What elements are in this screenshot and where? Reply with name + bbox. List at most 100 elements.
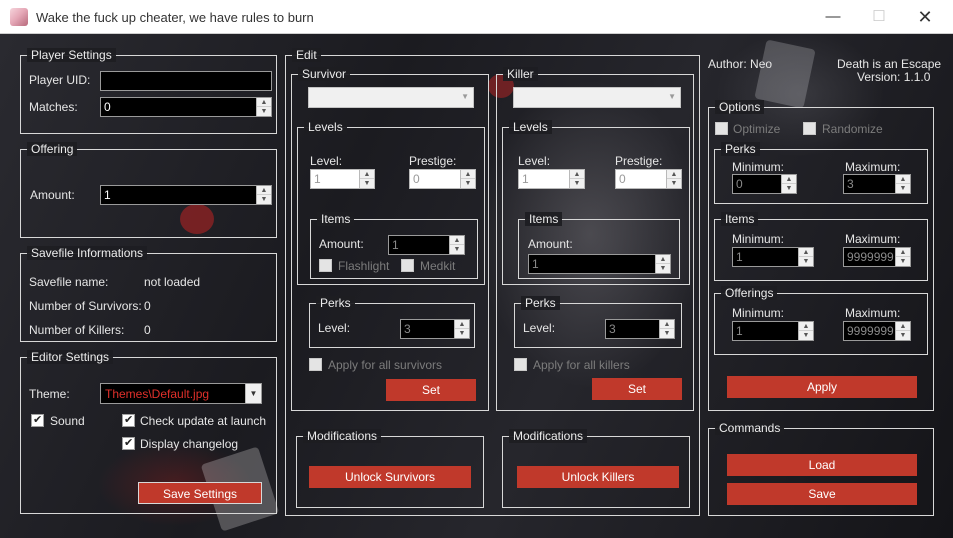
survivor-perks-group: Perks Level: 3 ▲ ▼ (309, 296, 475, 348)
offerings-max-stepper[interactable]: 9999999 ▲ ▼ (843, 321, 911, 341)
spin-buttons[interactable]: ▲ ▼ (460, 170, 475, 188)
survivor-items-amount-stepper[interactable]: 1 ▲ ▼ (388, 235, 465, 255)
survivor-set-button[interactable]: Set (386, 379, 476, 401)
killer-select[interactable]: ▼ (513, 87, 681, 108)
spin-down-icon[interactable]: ▼ (782, 184, 796, 193)
killer-count-value: 0 (144, 323, 151, 337)
check-update-checkbox[interactable] (122, 413, 135, 427)
spin-up-icon[interactable]: ▲ (656, 255, 670, 264)
minimize-button[interactable]: — (810, 0, 856, 34)
perks-max-stepper[interactable]: 3 ▲ ▼ (843, 174, 911, 194)
chevron-down-icon[interactable]: ▼ (668, 92, 676, 101)
spin-buttons[interactable]: ▲ ▼ (454, 320, 469, 338)
spin-up-icon[interactable]: ▲ (257, 186, 271, 195)
unlock-killers-button[interactable]: Unlock Killers (517, 466, 679, 488)
medkit-checkbox[interactable] (401, 259, 414, 272)
spin-down-icon[interactable]: ▼ (455, 329, 469, 338)
spin-buttons[interactable]: ▲ ▼ (895, 322, 910, 340)
spin-up-icon[interactable]: ▲ (896, 175, 910, 184)
spin-up-icon[interactable]: ▲ (660, 320, 674, 329)
changelog-checkbox[interactable] (122, 436, 135, 450)
spin-up-icon[interactable]: ▲ (450, 236, 464, 245)
spin-buttons[interactable]: ▲ ▼ (449, 236, 464, 254)
load-button[interactable]: Load (727, 454, 917, 476)
group-legend: Items (525, 212, 563, 226)
spin-buttons[interactable]: ▲ ▼ (359, 170, 374, 188)
spin-buttons[interactable]: ▲ ▼ (569, 170, 584, 188)
spin-up-icon[interactable]: ▲ (257, 98, 271, 107)
save-settings-button[interactable]: Save Settings (138, 482, 262, 504)
spin-up-icon[interactable]: ▲ (896, 248, 910, 257)
unlock-survivors-button[interactable]: Unlock Survivors (309, 466, 471, 488)
optimize-checkbox[interactable] (715, 122, 728, 135)
survivor-perk-level-stepper[interactable]: 3 ▲ ▼ (400, 319, 470, 339)
spin-up-icon[interactable]: ▲ (799, 322, 813, 331)
spin-up-icon[interactable]: ▲ (667, 170, 681, 179)
spin-buttons[interactable]: ▲ ▼ (895, 175, 910, 193)
spin-buttons[interactable]: ▲ ▼ (256, 98, 271, 116)
spin-down-icon[interactable]: ▼ (896, 257, 910, 266)
spin-down-icon[interactable]: ▼ (360, 179, 374, 188)
player-uid-input[interactable] (100, 71, 272, 91)
spin-down-icon[interactable]: ▼ (667, 179, 681, 188)
randomize-checkbox[interactable] (803, 122, 816, 135)
apply-all-survivors-checkbox[interactable] (309, 358, 322, 371)
spin-buttons[interactable]: ▲ ▼ (655, 255, 670, 273)
offerings-min-stepper[interactable]: 1 ▲ ▼ (732, 321, 814, 341)
save-button[interactable]: Save (727, 483, 917, 505)
spin-up-icon[interactable]: ▲ (782, 175, 796, 184)
chevron-down-icon[interactable]: ▼ (245, 384, 261, 403)
spin-down-icon[interactable]: ▼ (799, 257, 813, 266)
chevron-down-icon[interactable]: ▼ (461, 92, 469, 101)
spin-up-icon[interactable]: ▲ (896, 322, 910, 331)
spin-up-icon[interactable]: ▲ (799, 248, 813, 257)
killer-prestige-stepper[interactable]: 0 ▲ ▼ (615, 169, 682, 189)
items-min-stepper[interactable]: 1 ▲ ▼ (732, 247, 814, 267)
spin-buttons[interactable]: ▲ ▼ (256, 186, 271, 204)
killer-items-amount-stepper[interactable]: 1 ▲ ▼ (528, 254, 671, 274)
spin-down-icon[interactable]: ▼ (570, 179, 584, 188)
spin-down-icon[interactable]: ▼ (257, 107, 271, 116)
survivor-level-stepper[interactable]: 1 ▲ ▼ (310, 169, 375, 189)
matches-stepper[interactable]: 0 ▲ ▼ (100, 97, 272, 117)
maximize-button[interactable]: ☐ (856, 0, 902, 34)
apply-options-button[interactable]: Apply (727, 376, 917, 398)
close-button[interactable]: ✕ (902, 0, 948, 34)
killer-set-button[interactable]: Set (592, 378, 682, 400)
spin-down-icon[interactable]: ▼ (257, 195, 271, 204)
spin-up-icon[interactable]: ▲ (360, 170, 374, 179)
spin-down-icon[interactable]: ▼ (799, 331, 813, 340)
spin-up-icon[interactable]: ▲ (455, 320, 469, 329)
spin-buttons[interactable]: ▲ ▼ (659, 320, 674, 338)
survivor-select[interactable]: ▼ (308, 87, 474, 108)
spin-down-icon[interactable]: ▼ (660, 329, 674, 338)
killer-level-value: 1 (522, 172, 529, 186)
spin-down-icon[interactable]: ▼ (896, 184, 910, 193)
spin-down-icon[interactable]: ▼ (461, 179, 475, 188)
spin-buttons[interactable]: ▲ ▼ (895, 248, 910, 266)
group-legend: Survivor (298, 67, 351, 81)
group-legend: Offerings (721, 286, 778, 300)
spin-buttons[interactable]: ▲ ▼ (798, 248, 813, 266)
spin-down-icon[interactable]: ▼ (896, 331, 910, 340)
group-legend: Perks (521, 296, 560, 310)
spin-up-icon[interactable]: ▲ (461, 170, 475, 179)
theme-select[interactable]: Themes\Default.jpg ▼ (100, 383, 262, 404)
flashlight-checkbox[interactable] (319, 259, 332, 272)
spin-buttons[interactable]: ▲ ▼ (781, 175, 796, 193)
items-max-stepper[interactable]: 9999999 ▲ ▼ (843, 247, 911, 267)
offerings-max-label: Maximum: (845, 306, 901, 320)
spin-down-icon[interactable]: ▼ (450, 245, 464, 254)
killer-perk-level-stepper[interactable]: 3 ▲ ▼ (605, 319, 675, 339)
survivor-prestige-stepper[interactable]: 0 ▲ ▼ (409, 169, 476, 189)
sound-checkbox[interactable] (31, 413, 44, 427)
spin-buttons[interactable]: ▲ ▼ (798, 322, 813, 340)
offering-amount-stepper[interactable]: 1 ▲ ▼ (100, 185, 272, 205)
apply-all-killers-checkbox[interactable] (514, 358, 527, 371)
spin-down-icon[interactable]: ▼ (656, 264, 670, 273)
spin-buttons[interactable]: ▲ ▼ (666, 170, 681, 188)
killer-items-group: Items Amount: 1 ▲ ▼ (518, 212, 680, 279)
perks-min-stepper[interactable]: 0 ▲ ▼ (732, 174, 797, 194)
killer-level-stepper[interactable]: 1 ▲ ▼ (518, 169, 585, 189)
spin-up-icon[interactable]: ▲ (570, 170, 584, 179)
